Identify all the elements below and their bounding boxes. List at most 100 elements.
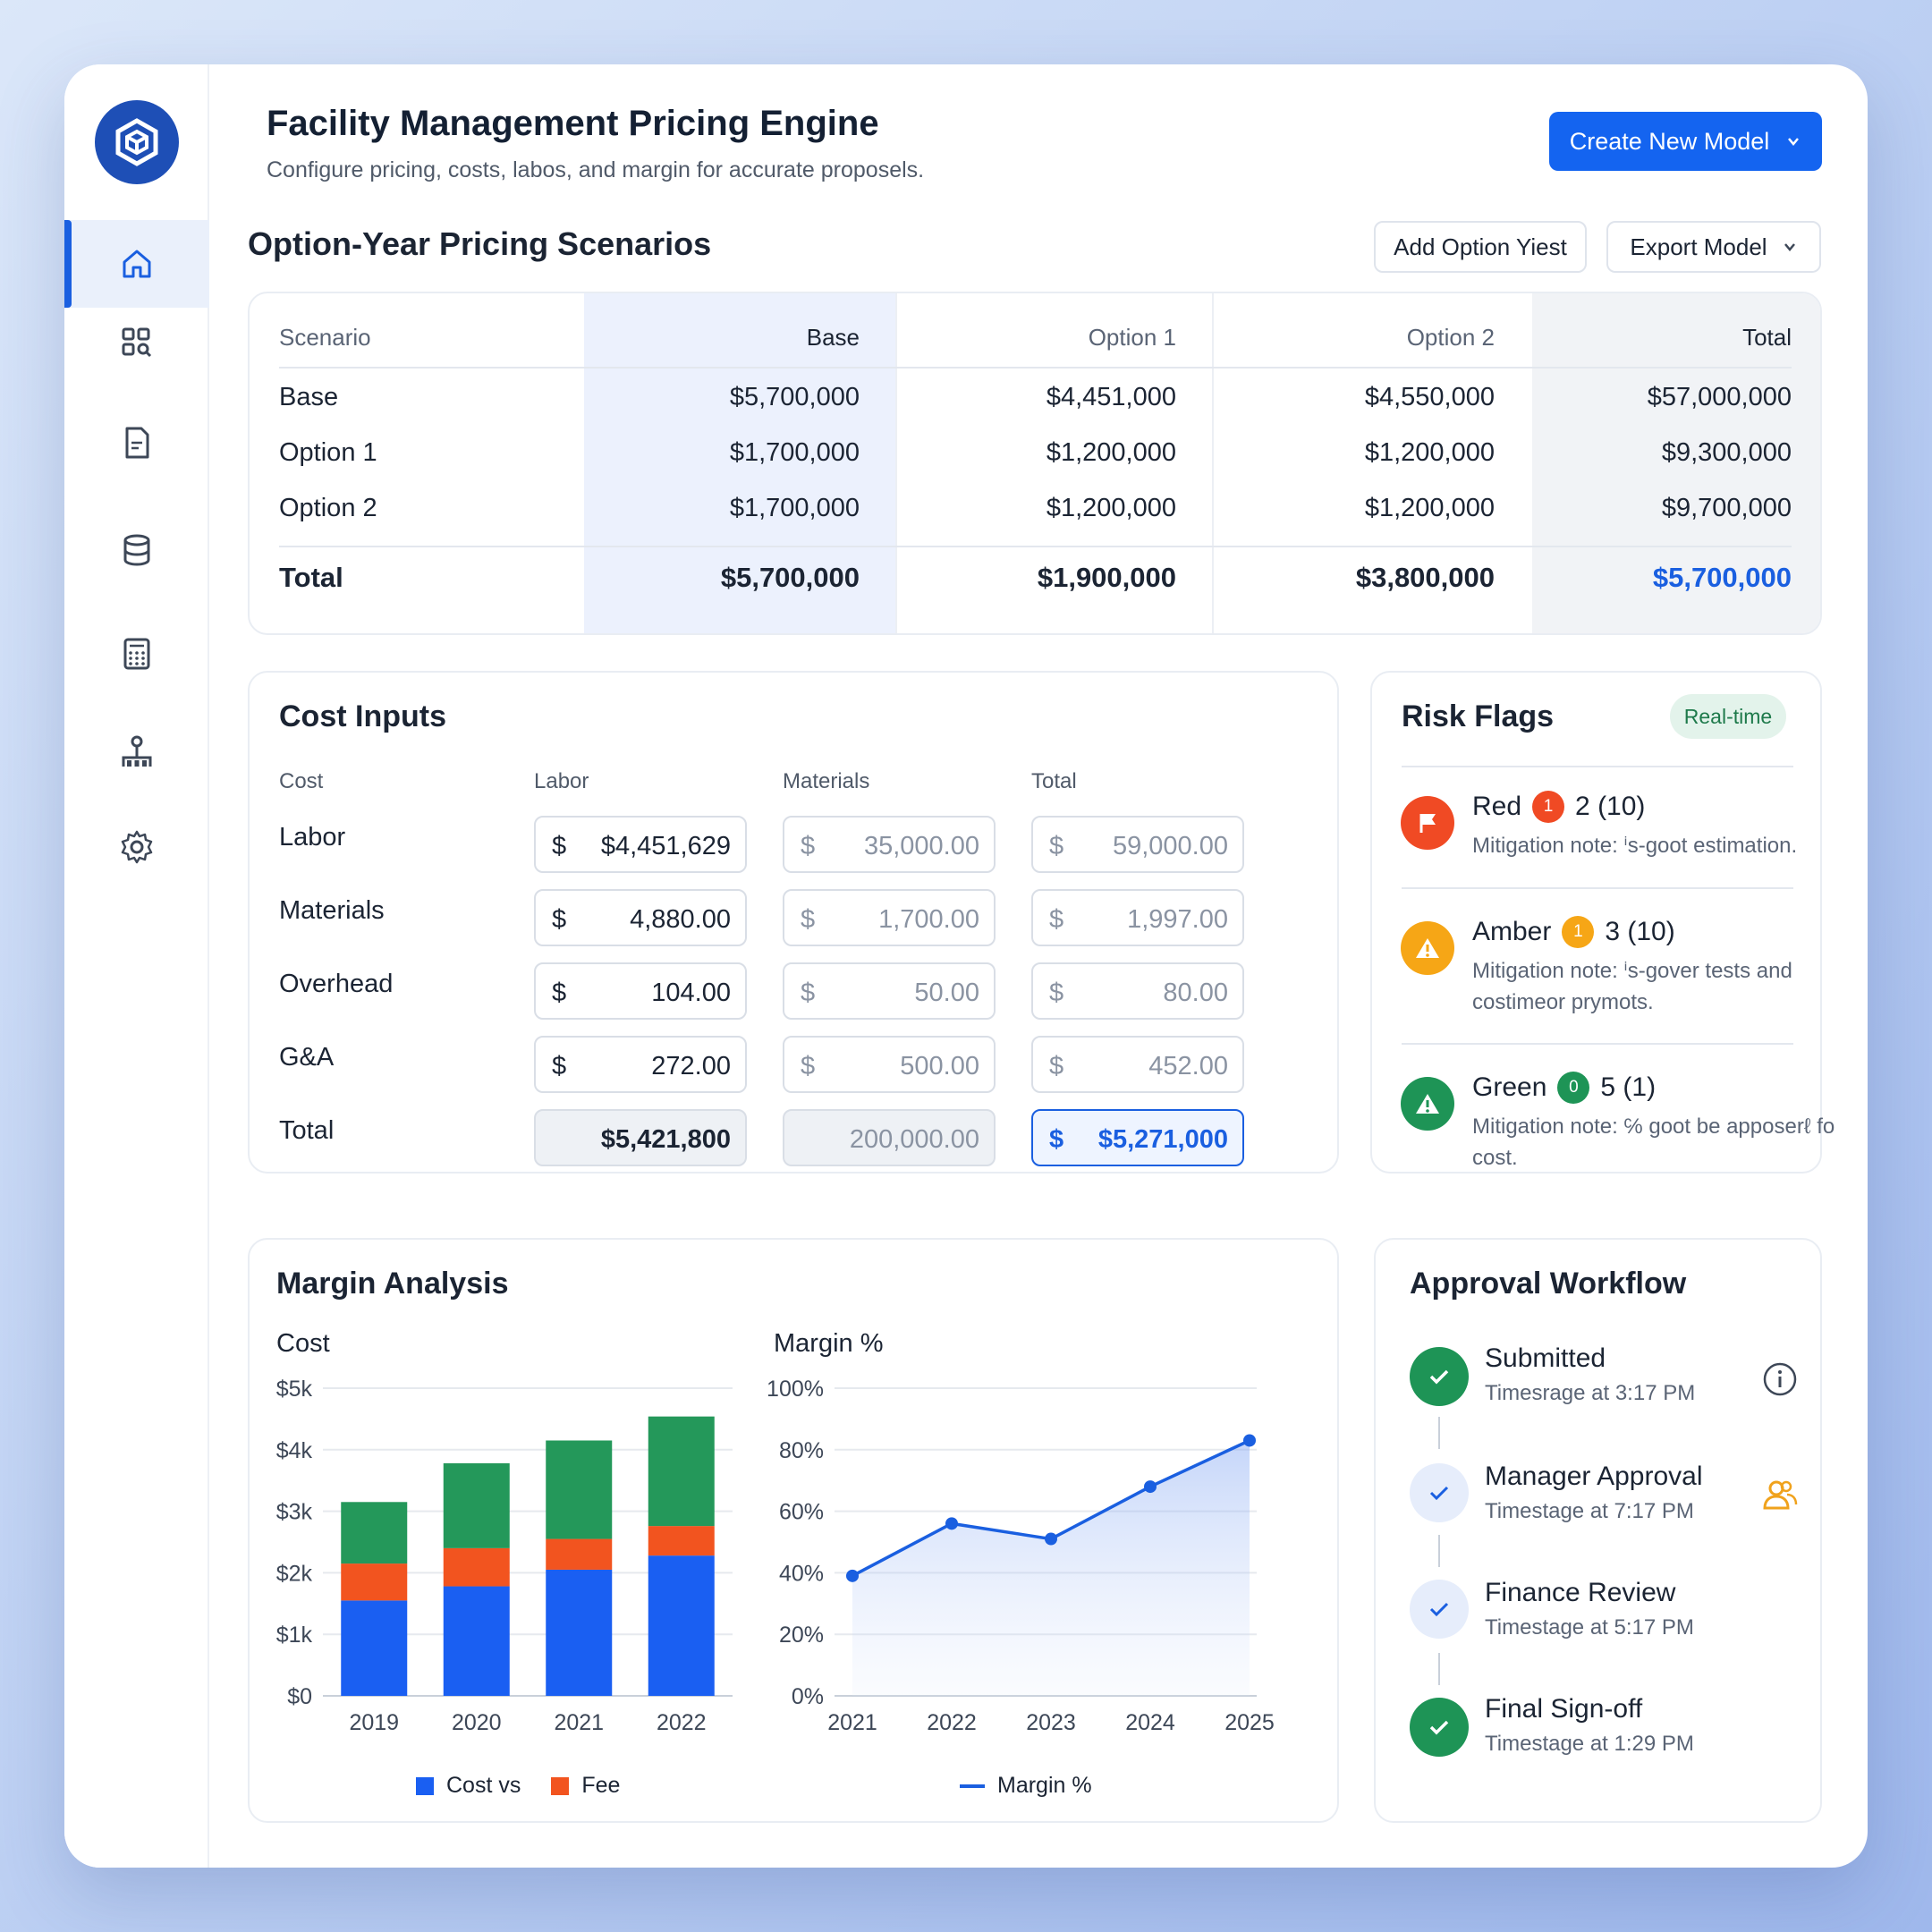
risk-item-red[interactable]: Red 1 2 (10) xyxy=(1472,791,1645,823)
risk-item-amber[interactable]: Amber 1 3 (10) xyxy=(1472,916,1675,948)
cost-total-label: Total xyxy=(279,1116,335,1145)
sidebar-item-documents[interactable] xyxy=(64,399,209,487)
sidebar-item-dashboard[interactable] xyxy=(64,299,209,386)
cost-row-label: G&A xyxy=(279,1043,335,1072)
margin-chart-title: Margin % xyxy=(774,1329,884,1358)
add-option-year-button[interactable]: Add Option Yiest xyxy=(1374,221,1587,273)
input-value: $5,421,800 xyxy=(600,1125,731,1154)
risk-note: Mitigation note: ℅ goot be apposerℓ fo c… xyxy=(1472,1114,1835,1170)
total-input[interactable]: $80.00 xyxy=(1031,962,1244,1020)
cost-row-label: Overhead xyxy=(279,970,394,998)
grand-total-value: $5,700,000 xyxy=(1652,562,1792,593)
row-label: Option 1 xyxy=(279,438,377,467)
total-input[interactable]: $452.00 xyxy=(1031,1036,1244,1093)
sidebar xyxy=(64,64,209,1868)
row-label: Base xyxy=(279,383,339,411)
column-header-option2: Option 2 xyxy=(1406,324,1495,351)
step-title: Final Sign-off xyxy=(1485,1694,1643,1724)
legend-line-margin xyxy=(960,1784,985,1788)
step-timestamp: Timestage at 1:29 PM xyxy=(1485,1732,1694,1756)
step-title: Finance Review xyxy=(1485,1578,1676,1607)
labor-input[interactable]: $4,880.00 xyxy=(534,889,747,946)
cell-value: $5,700,000 xyxy=(729,383,860,411)
y-tick-label: $0 xyxy=(287,1684,312,1709)
cell-value: $1,200,000 xyxy=(1046,494,1176,522)
input-value: 4,880.00 xyxy=(630,905,731,934)
sidebar-item-database[interactable] xyxy=(64,506,209,594)
x-tick-label: 2025 xyxy=(1224,1710,1275,1735)
materials-input[interactable]: $500.00 xyxy=(783,1036,996,1093)
materials-input[interactable]: $50.00 xyxy=(783,962,996,1020)
step-connector xyxy=(1438,1653,1440,1685)
gear-icon xyxy=(121,830,153,864)
info-icon[interactable] xyxy=(1762,1361,1798,1397)
cube-logo-icon xyxy=(115,118,158,166)
dashboard-search-icon xyxy=(122,327,152,358)
x-tick-label: 2019 xyxy=(349,1710,399,1735)
input-value: 272.00 xyxy=(651,1052,731,1080)
risk-item-green[interactable]: Green 0 5 (1) xyxy=(1472,1072,1656,1104)
sidebar-item-calculator[interactable] xyxy=(64,610,209,698)
sidebar-item-organization[interactable] xyxy=(64,708,209,796)
total-value: $3,800,000 xyxy=(1355,562,1495,593)
approval-workflow-title: Approval Workflow xyxy=(1410,1267,1687,1301)
labor-input[interactable]: $272.00 xyxy=(534,1036,747,1093)
risk-flags-title: Risk Flags xyxy=(1402,699,1555,733)
risk-name: Green xyxy=(1472,1072,1547,1102)
input-value: 59,000.00 xyxy=(1112,832,1228,860)
x-tick-label: 2022 xyxy=(927,1710,977,1735)
x-tick-label: 2024 xyxy=(1125,1710,1175,1735)
home-icon xyxy=(123,250,151,278)
currency-symbol: $ xyxy=(552,832,567,860)
risk-note: Mitigation note: ⁱs-goot estimation. xyxy=(1472,834,1798,858)
total-column-header: Total xyxy=(1031,769,1077,793)
sidebar-item-settings[interactable] xyxy=(64,803,209,891)
materials-input[interactable]: $1,700.00 xyxy=(783,889,996,946)
step-connector xyxy=(1438,1417,1440,1449)
app-window: Facility Management Pricing Engine Confi… xyxy=(64,64,1868,1868)
input-value: 80.00 xyxy=(1163,979,1228,1007)
bar-segment xyxy=(341,1600,408,1696)
data-point xyxy=(1144,1480,1157,1494)
labor-input[interactable]: $104.00 xyxy=(534,962,747,1020)
currency-symbol: $ xyxy=(552,1052,567,1080)
calculator-icon xyxy=(123,638,150,670)
risk-name: Amber xyxy=(1472,917,1552,946)
total-input[interactable]: $59,000.00 xyxy=(1031,816,1244,873)
create-new-model-button[interactable]: Create New Model xyxy=(1549,112,1822,171)
currency-symbol: $ xyxy=(801,1052,816,1080)
risk-flags-card: Risk Flags Red 1 2 (10) Mitigation note:… xyxy=(1370,671,1835,1174)
cell-value: $9,700,000 xyxy=(1661,494,1792,522)
grand-total-field[interactable]: $ $5,271,000 xyxy=(1031,1109,1244,1166)
y-tick-label: 40% xyxy=(779,1561,824,1586)
users-icon[interactable] xyxy=(1760,1476,1800,1515)
cell-value: $1,700,000 xyxy=(729,438,860,467)
cost-chart-legend: Cost vs Fee xyxy=(416,1773,620,1799)
cell-value: $9,300,000 xyxy=(1661,438,1792,467)
data-point xyxy=(1045,1532,1057,1546)
app-logo[interactable] xyxy=(95,100,179,184)
chevron-down-icon xyxy=(1784,243,1795,251)
export-model-button[interactable]: Export Model xyxy=(1606,221,1821,273)
export-label: Export Model xyxy=(1630,233,1767,260)
materials-total-field: 200,000.00 xyxy=(783,1109,996,1166)
x-tick-label: 2020 xyxy=(452,1710,502,1735)
y-tick-label: $3k xyxy=(276,1500,313,1525)
amber-warning-icon xyxy=(1401,921,1454,975)
risk-count-badge: 1 xyxy=(1532,791,1565,823)
risk-detail: 2 (10) xyxy=(1575,792,1646,821)
labor-total-field: $5,421,800 xyxy=(534,1109,747,1166)
sidebar-item-home[interactable] xyxy=(64,220,209,308)
cost-row-label: Labor xyxy=(279,823,346,852)
materials-input[interactable]: $35,000.00 xyxy=(783,816,996,873)
margin-analysis-title: Margin Analysis xyxy=(276,1267,509,1301)
cell-value: $1,700,000 xyxy=(729,494,860,522)
total-value: $1,900,000 xyxy=(1037,562,1176,593)
labor-input[interactable]: $ $4,451,629 xyxy=(534,816,747,873)
step-timestamp: Timestage at 7:17 PM xyxy=(1485,1499,1694,1523)
y-tick-label: 60% xyxy=(779,1500,824,1525)
total-input[interactable]: $1,997.00 xyxy=(1031,889,1244,946)
cell-value: $1,200,000 xyxy=(1364,494,1495,522)
total-label: Total xyxy=(279,562,343,593)
risk-count-badge: 1 xyxy=(1562,916,1595,948)
